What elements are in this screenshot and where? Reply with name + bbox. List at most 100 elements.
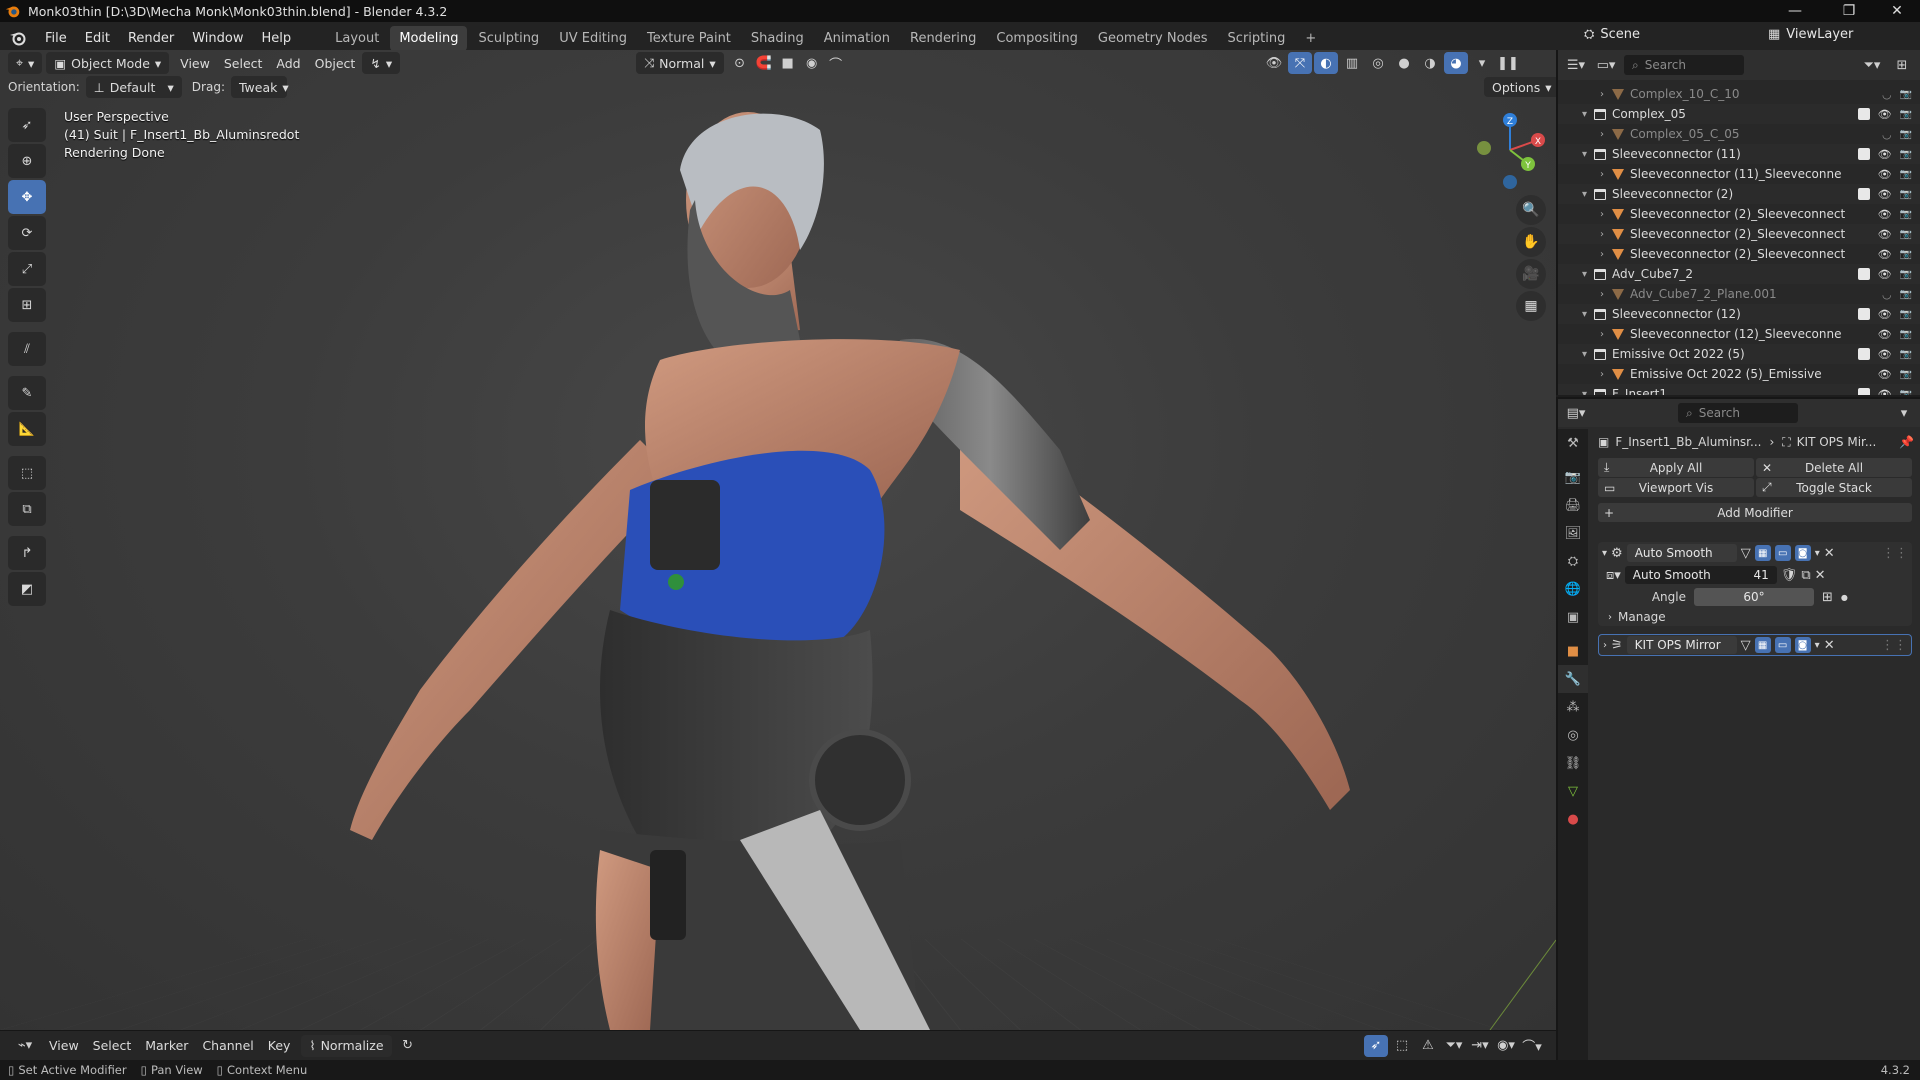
eye-icon[interactable]: 👁 xyxy=(1878,168,1892,181)
camera-icon[interactable]: 📷 xyxy=(1900,149,1912,160)
add-modifier-button[interactable]: + Add Modifier xyxy=(1598,503,1912,522)
gizmo-toggle-icon[interactable]: ⤧ xyxy=(1288,52,1312,74)
timeline-editor-icon[interactable]: ⌁▾ xyxy=(8,1035,42,1057)
3d-viewport[interactable]: ⌖ ▾ ▣ Object Mode ▾ View Select Add Objec… xyxy=(0,50,1556,1030)
falloff-icon[interactable]: ⌒ xyxy=(824,52,848,74)
camera-icon[interactable]: 📷 xyxy=(1900,189,1912,200)
transform-tool-icon[interactable]: ⊞ xyxy=(8,288,46,322)
outliner-object-row[interactable]: › Sleeveconnector (2)_Sleeveconnect 👁 📷 xyxy=(1558,224,1920,244)
material-shading-icon[interactable]: ◑ xyxy=(1418,52,1442,74)
timeline-menu-channel[interactable]: Channel xyxy=(195,1038,260,1053)
camera-icon[interactable]: 📷 xyxy=(1900,209,1912,220)
tab-geometry-nodes[interactable]: Geometry Nodes xyxy=(1089,26,1217,51)
scene-selector[interactable]: ⛭ Scene xyxy=(1584,27,1640,42)
chevron-right-icon[interactable]: › xyxy=(1603,640,1607,651)
timeline-menu-select[interactable]: Select xyxy=(86,1038,139,1053)
camera-icon[interactable]: 📷 xyxy=(1900,109,1912,120)
cage-icon[interactable]: ▦ xyxy=(1754,637,1771,653)
tab-scripting[interactable]: Scripting xyxy=(1219,26,1295,51)
data-tab-icon[interactable]: ▽ xyxy=(1558,777,1588,805)
visibility-icon[interactable]: 👁 xyxy=(1262,52,1286,74)
eye-icon[interactable]: 👁 xyxy=(1878,108,1892,121)
chevron-down-icon[interactable]: ▾ xyxy=(1582,109,1594,120)
measure-tool-icon[interactable]: 📐 xyxy=(8,412,46,446)
hidden-eye-icon[interactable]: ◡ xyxy=(1882,88,1892,101)
chevron-right-icon[interactable]: › xyxy=(1600,129,1612,140)
timeline-menu-key[interactable]: Key xyxy=(261,1038,298,1053)
edit-mode-icon[interactable]: ▽ xyxy=(1741,546,1751,561)
camera-icon[interactable]: 📷 xyxy=(1900,249,1912,260)
cage-icon[interactable]: ▦ xyxy=(1754,545,1771,561)
eye-icon[interactable]: 👁 xyxy=(1878,268,1892,281)
eye-icon[interactable]: 👁 xyxy=(1878,388,1892,396)
outliner-object-row[interactable]: › Emissive Oct 2022 (5)_Emissive 👁 📷 xyxy=(1558,364,1920,384)
properties-search-input[interactable]: ⌕ Search xyxy=(1678,403,1798,423)
tool-tab-icon[interactable]: ⚒ xyxy=(1558,429,1588,457)
angle-field[interactable]: 60° xyxy=(1694,588,1814,606)
close-icon[interactable]: ✕ xyxy=(1824,546,1835,561)
chevron-right-icon[interactable]: › xyxy=(1600,229,1612,240)
node-group-field[interactable]: Auto Smooth 41 xyxy=(1624,566,1777,584)
output-tab-icon[interactable]: 🖨 xyxy=(1558,491,1588,519)
viewport-display-icon[interactable]: ▭ xyxy=(1774,545,1791,561)
options-dropdown[interactable]: Options ▾ xyxy=(1484,77,1556,97)
scale-tool-icon[interactable]: ⤢ xyxy=(8,252,46,286)
xray-icon[interactable]: ▥ xyxy=(1340,52,1364,74)
snap-icon[interactable]: 🧲 xyxy=(752,52,776,74)
blender-menu-icon[interactable] xyxy=(8,28,28,48)
eye-icon[interactable]: 👁 xyxy=(1878,188,1892,201)
camera-icon[interactable]: 📷 xyxy=(1900,349,1912,360)
chevron-right-icon[interactable]: › xyxy=(1600,89,1612,100)
menu-help[interactable]: Help xyxy=(253,31,301,46)
collection-tab-icon[interactable]: ▣ xyxy=(1558,603,1588,631)
camera-icon[interactable]: 📷 xyxy=(1900,329,1912,340)
cursor-tool-icon[interactable]: ⊕ xyxy=(8,144,46,178)
snap-target-icon[interactable]: ■ xyxy=(776,52,800,74)
attribute-toggle-icon[interactable]: ⊞ xyxy=(1822,590,1833,605)
eye-icon[interactable]: 👁 xyxy=(1878,148,1892,161)
menu-edit[interactable]: Edit xyxy=(76,31,119,46)
hidden-eye-icon[interactable]: ◡ xyxy=(1882,128,1892,141)
properties-editor-icon[interactable]: ▤▾ xyxy=(1564,402,1588,424)
rendered-shading-icon[interactable]: ◕ xyxy=(1444,52,1468,74)
eye-icon[interactable]: 👁 xyxy=(1878,328,1892,341)
outliner-collection-row[interactable]: ▾ Sleeveconnector (12) 👁 📷 xyxy=(1558,304,1920,324)
outliner-editor-icon[interactable]: ☰▾ xyxy=(1564,54,1588,76)
duplicate-icon[interactable]: ⧉ xyxy=(1801,568,1810,583)
viewport-menu-select[interactable]: Select xyxy=(217,56,270,71)
maximize-button[interactable]: ❐ xyxy=(1826,0,1872,22)
add-cube-tool-icon[interactable]: ⬚ xyxy=(8,456,46,490)
pan-hand-icon[interactable]: ✋ xyxy=(1516,227,1546,257)
transform-orientation-dropdown[interactable]: ⤨ Normal ▾ xyxy=(636,52,724,74)
select-tool-icon[interactable]: ➶ xyxy=(8,108,46,142)
object-tab-icon[interactable]: ■ xyxy=(1558,637,1588,665)
scene-tab-icon[interactable]: ⛭ xyxy=(1558,547,1588,575)
world-tab-icon[interactable]: 🌐 xyxy=(1558,575,1588,603)
editor-type-button[interactable]: ⌖ ▾ xyxy=(8,52,43,74)
chevron-down-icon[interactable]: ▾ xyxy=(1582,189,1594,200)
drag-handle-icon[interactable]: ⋮⋮ xyxy=(1882,546,1908,561)
camera-icon[interactable]: 📷 xyxy=(1900,169,1912,180)
chevron-right-icon[interactable]: › xyxy=(1600,289,1612,300)
hidden-eye-icon[interactable]: ◡ xyxy=(1882,288,1892,301)
camera-icon[interactable]: 📷 xyxy=(1900,229,1912,240)
wireframe-shading-icon[interactable]: ◎ xyxy=(1366,52,1390,74)
pivot-point-icon[interactable]: ⊙ xyxy=(728,52,752,74)
exclude-checkbox[interactable] xyxy=(1857,308,1870,320)
outliner-collection-row[interactable]: ▾ Sleeveconnector (11) 👁 📷 xyxy=(1558,144,1920,164)
eye-icon[interactable]: 👁 xyxy=(1878,368,1892,381)
add-workspace-icon[interactable]: + xyxy=(1296,26,1325,51)
filter-icon[interactable]: ⏷▾ xyxy=(1860,54,1884,76)
exclude-checkbox[interactable] xyxy=(1857,108,1870,120)
camera-icon[interactable]: 📷 xyxy=(1900,309,1912,320)
menu-file[interactable]: File xyxy=(36,31,76,46)
constraints-tab-icon[interactable]: ⛓ xyxy=(1558,749,1588,777)
filter-icon[interactable]: ⏷▾ xyxy=(1442,1035,1466,1057)
chevron-down-icon[interactable]: ▾ xyxy=(1582,349,1594,360)
chevron-down-icon[interactable]: ▾ xyxy=(1582,269,1594,280)
camera-view-icon[interactable]: 🎥 xyxy=(1516,259,1546,289)
tab-shading[interactable]: Shading xyxy=(742,26,813,51)
proportional-edit-icon[interactable]: ◉▾ xyxy=(1494,1035,1518,1057)
eye-icon[interactable]: 👁 xyxy=(1878,248,1892,261)
chevron-down-icon[interactable]: ▾ xyxy=(1815,548,1820,559)
